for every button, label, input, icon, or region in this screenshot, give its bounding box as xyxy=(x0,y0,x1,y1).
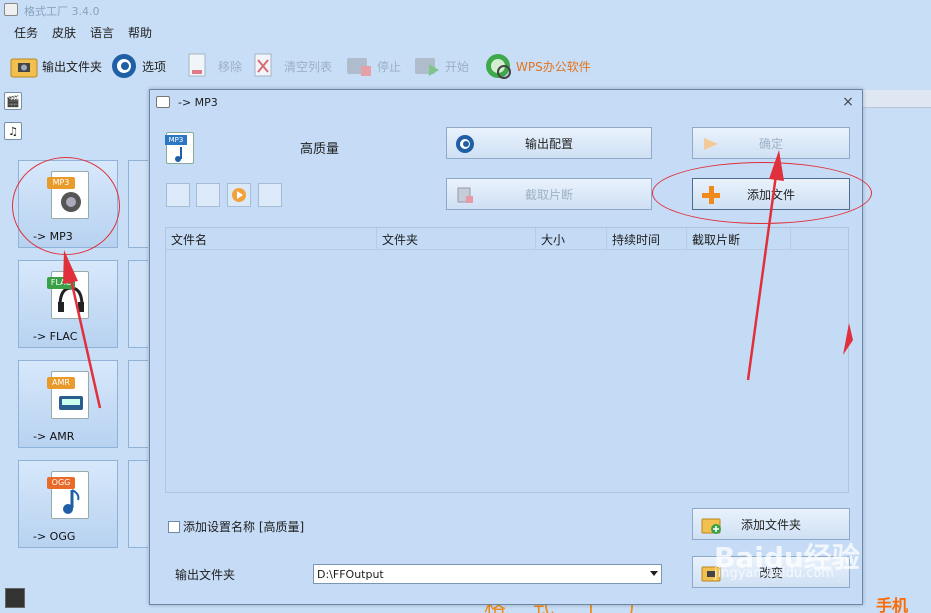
annotation-arrows xyxy=(63,150,853,409)
watermark-url: jingyan.baidu.com xyxy=(714,566,834,581)
annotation-arrow-mp3 xyxy=(68,274,102,409)
baidu-watermark: Baidu经验 jingyan.baidu.com xyxy=(714,536,894,586)
format-factory-window: 格式工厂 3.4.0 任务 皮肤 语言 帮助 输出文件夹 选项 移除 清空列表 … xyxy=(0,0,931,613)
annotation-mark-right xyxy=(843,323,853,355)
annotation-arrow-add-file xyxy=(746,174,778,381)
